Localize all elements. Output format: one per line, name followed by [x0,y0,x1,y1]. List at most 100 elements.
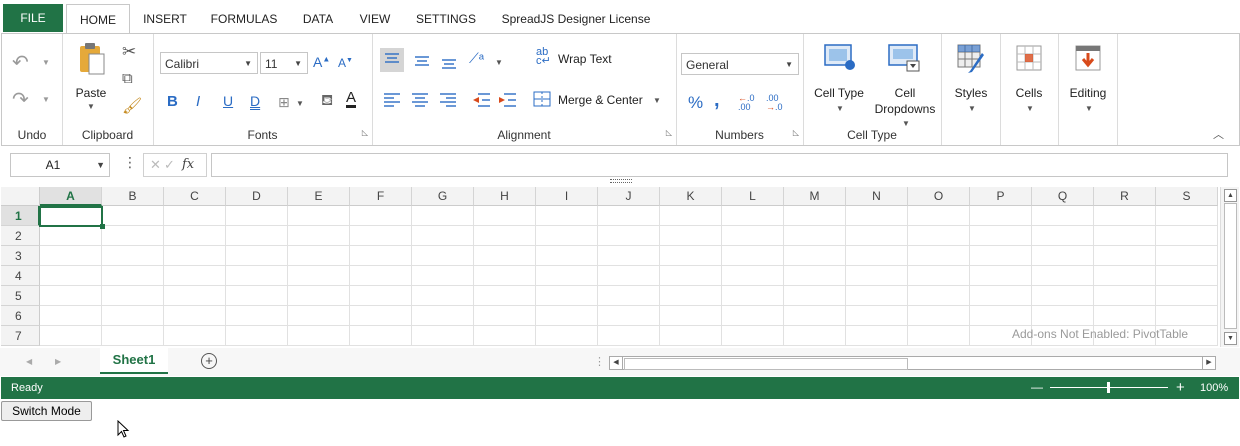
grid-cell[interactable] [784,226,846,246]
grid-cell[interactable] [536,286,598,306]
grid-cell[interactable] [970,226,1032,246]
more-options-icon[interactable]: ⋮ [123,154,137,171]
grid-cell[interactable] [226,286,288,306]
grid-cell[interactable] [40,266,102,286]
grid-cell[interactable] [660,306,722,326]
grid-cell[interactable] [784,286,846,306]
undo-icon[interactable]: ↶ [12,50,29,75]
align-left-icon[interactable] [380,88,404,112]
redo-icon[interactable]: ↷ [12,87,29,112]
grid-cell[interactable] [970,306,1032,326]
grid-cell[interactable] [908,226,970,246]
horizontal-scroll-thumb[interactable] [624,358,908,370]
grid-cell[interactable] [412,286,474,306]
grid-cell[interactable] [164,206,226,226]
font-size-select[interactable]: 11 ▼ [260,52,308,74]
grid-cell[interactable] [226,326,288,346]
column-header[interactable]: P [970,187,1032,206]
insert-function-icon[interactable]: fx [182,157,194,172]
confirm-icon[interactable]: ✓ [164,157,175,173]
grid-cell[interactable] [1032,246,1094,266]
decrease-font-icon[interactable]: A▼ [338,56,353,70]
add-sheet-icon[interactable]: + [201,353,217,369]
cancel-icon[interactable]: ✕ [150,157,161,173]
column-header[interactable]: F [350,187,412,206]
grid-cell[interactable] [102,206,164,226]
grid-cell[interactable] [474,206,536,226]
copy-icon[interactable]: ⧉ [122,70,133,87]
align-bottom-icon[interactable] [437,48,461,72]
grid-cell[interactable] [474,326,536,346]
grid-cell[interactable] [40,286,102,306]
grid-cell[interactable] [288,226,350,246]
switch-mode-button[interactable]: Switch Mode [1,401,92,421]
grid-cell[interactable] [474,306,536,326]
grid-cell[interactable] [970,266,1032,286]
align-right-icon[interactable] [436,88,460,112]
grid-cell[interactable] [660,226,722,246]
font-family-select[interactable]: Calibri ▼ [160,52,258,74]
grid-cell[interactable] [474,226,536,246]
grid-cell[interactable] [660,266,722,286]
grid-cell[interactable] [412,306,474,326]
decrease-decimal-icon[interactable]: .00 →.0 [766,94,783,112]
grid-cell[interactable] [40,306,102,326]
align-middle-icon[interactable] [410,48,434,72]
grid-cell[interactable] [846,286,908,306]
column-header[interactable]: E [288,187,350,206]
grid-cell[interactable] [536,326,598,346]
grid-cell[interactable] [164,266,226,286]
grid-cell[interactable] [350,206,412,226]
grid-cell[interactable] [970,246,1032,266]
percent-style-button[interactable]: % [688,93,703,113]
grid-cell[interactable] [846,246,908,266]
decrease-indent-icon[interactable] [470,88,494,112]
grid-cell[interactable] [474,246,536,266]
grid-cell[interactable] [350,326,412,346]
grid-cell[interactable] [40,226,102,246]
format-painter-icon[interactable]: 🖌 [122,96,142,116]
grid-cell[interactable] [660,206,722,226]
grid-cell[interactable] [846,306,908,326]
column-header[interactable]: D [226,187,288,206]
column-header[interactable]: O [908,187,970,206]
column-header[interactable]: C [164,187,226,206]
column-header[interactable]: N [846,187,908,206]
grid-cell[interactable] [1156,226,1218,246]
grid-cell[interactable] [288,326,350,346]
grid-cell[interactable] [784,326,846,346]
grid-cell[interactable] [660,246,722,266]
grid-cell[interactable] [1094,246,1156,266]
select-all-corner[interactable] [1,187,40,206]
grid-cell[interactable] [1032,306,1094,326]
grid-cell[interactable] [288,286,350,306]
grid-cell[interactable] [784,206,846,226]
splitter-handle[interactable] [610,179,632,183]
increase-font-icon[interactable]: A▲ [313,54,330,70]
grid-cell[interactable] [846,266,908,286]
grid-cell[interactable] [412,266,474,286]
grid-cell[interactable] [226,246,288,266]
tab-view[interactable]: VIEW [350,4,400,34]
increase-indent-icon[interactable] [496,88,520,112]
grid-cell[interactable] [660,326,722,346]
grid-cell[interactable] [722,326,784,346]
grid-cell[interactable] [102,246,164,266]
column-header[interactable]: Q [1032,187,1094,206]
grid-cell[interactable] [970,286,1032,306]
grid-cell[interactable] [846,226,908,246]
grid-cell[interactable] [536,246,598,266]
formula-input[interactable] [211,153,1228,177]
grid-cell[interactable] [350,246,412,266]
grid-cell[interactable] [1032,226,1094,246]
grid-cell[interactable] [474,286,536,306]
grid-cell[interactable] [784,246,846,266]
merge-center-button[interactable]: Merge & Center [558,93,643,107]
row-header[interactable]: 6 [1,306,40,326]
grid-cell[interactable] [1156,306,1218,326]
grid-cell[interactable] [412,326,474,346]
grid-cell[interactable] [350,266,412,286]
fill-color-icon[interactable]: ⛾ [321,92,333,111]
grid-cell[interactable] [908,286,970,306]
column-header[interactable]: A [40,187,102,206]
